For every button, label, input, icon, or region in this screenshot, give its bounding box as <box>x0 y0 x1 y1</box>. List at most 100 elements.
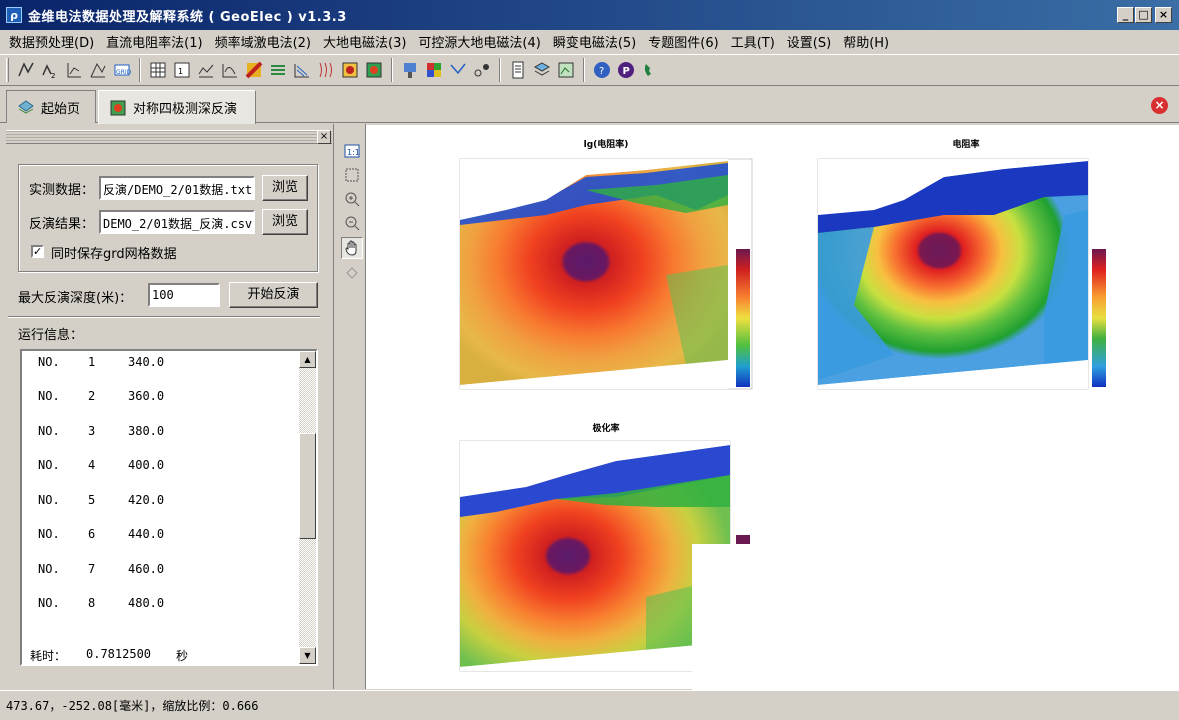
model2-icon[interactable] <box>363 59 385 81</box>
menu-settings[interactable]: 设置(S) <box>781 32 837 51</box>
panel-close-icon[interactable]: × <box>317 130 331 144</box>
result-label: 反演结果： <box>29 217 95 232</box>
menu-help[interactable]: 帮助(H) <box>837 32 895 51</box>
inversion-icon <box>110 100 126 115</box>
palette-icon[interactable] <box>423 59 445 81</box>
svg-text:GRID: GRID <box>116 69 132 76</box>
select-box-icon[interactable] <box>341 164 363 186</box>
chart-icon[interactable] <box>87 59 109 81</box>
toolbar: 2 GRID 1 ? P <box>0 54 1179 86</box>
resistivity-section <box>817 158 1089 390</box>
close-tab-icon[interactable]: × <box>1151 97 1168 114</box>
max-depth-label: 最大反演深度(米)： <box>18 291 133 306</box>
spreadsheet-icon[interactable]: 1 <box>171 59 193 81</box>
stack-icon[interactable] <box>531 59 553 81</box>
toolbar-separator <box>583 58 585 82</box>
plot-title-lg-resistivity: lg(电阻率) <box>583 140 629 150</box>
line-tool-icon[interactable] <box>447 59 469 81</box>
svg-text:2: 2 <box>51 72 55 80</box>
fit-view-icon[interactable]: 1:1 <box>341 140 363 162</box>
grid-icon[interactable]: GRID <box>111 59 133 81</box>
toolbar-grip[interactable] <box>6 58 9 82</box>
wave-icon[interactable] <box>315 59 337 81</box>
pan-hand-icon[interactable] <box>341 237 363 259</box>
help-icon[interactable]: ? <box>591 59 613 81</box>
run-log[interactable]: NO. 1 340.0 NO. 2 360.0 NO. 3 380.0 NO. 4 400.0 … <box>20 349 318 666</box>
zoom-in-icon[interactable] <box>341 188 363 210</box>
title-bar: ρ 金维电法数据处理及解释系统 ( GeoElec ) v1.3.3 _ □ × <box>0 0 1179 30</box>
layers-icon[interactable] <box>267 59 289 81</box>
menu-thematic-maps[interactable]: 专题图件(6) <box>642 32 724 51</box>
resistivity-colorbar <box>1092 249 1106 387</box>
tab-bar: 起始页 对称四极测深反演 × <box>0 87 1179 124</box>
table-icon[interactable] <box>147 59 169 81</box>
toolbar-separator <box>139 58 141 82</box>
document-icon[interactable] <box>507 59 529 81</box>
max-depth-field[interactable]: 100 <box>148 283 220 307</box>
toolbar-separator <box>499 58 501 82</box>
svg-text:1:1: 1:1 <box>347 148 360 157</box>
maximize-button[interactable]: □ <box>1135 7 1152 23</box>
file-group: 实测数据： 反演/DEMO_2/01数据.txt 浏览 反演结果： DEMO_2… <box>18 164 318 272</box>
model-icon[interactable] <box>339 59 361 81</box>
refresh-icon[interactable] <box>341 262 363 284</box>
save-grd-checkbox[interactable]: ✓ <box>31 245 44 258</box>
map-icon[interactable] <box>555 59 577 81</box>
inversion-panel: × 实测数据： 反演/DEMO_2/01数据.txt 浏览 反演结果： DEMO… <box>0 124 334 689</box>
polarizability-section <box>459 440 731 672</box>
status-coordinates: 473.67，-252.08[毫米]，缩放比例：0.666 <box>6 699 259 713</box>
scroll-up-icon[interactable]: ▲ <box>299 351 316 368</box>
divider <box>8 316 320 318</box>
profile-icon[interactable] <box>63 59 85 81</box>
scroll-down-icon[interactable]: ▼ <box>299 647 316 664</box>
curve-edit2-icon[interactable]: 2 <box>39 59 61 81</box>
tab-label: 起始页 <box>41 101 81 117</box>
view-toolbar: 1:1 <box>337 124 366 689</box>
plot-title-polarizability: 极化率 <box>592 424 620 434</box>
menu-tools[interactable]: 工具(T) <box>725 32 781 51</box>
window-title: 金维电法数据处理及解释系统 ( GeoElec ) v1.3.3 <box>28 9 347 25</box>
close-button[interactable]: × <box>1155 7 1172 23</box>
zoom-out-icon[interactable] <box>341 212 363 234</box>
line-plot-icon[interactable] <box>195 59 217 81</box>
panel-header <box>6 130 332 144</box>
browse-measured-button[interactable]: 浏览 <box>262 175 308 201</box>
svg-text:1: 1 <box>178 67 183 76</box>
colormap-icon[interactable] <box>243 59 265 81</box>
svg-text:?: ? <box>599 66 604 77</box>
tools-icon[interactable] <box>399 59 421 81</box>
menu-preprocess[interactable]: 数据预处理(D) <box>3 32 100 51</box>
tab-inversion[interactable]: 对称四极测深反演 <box>98 90 256 124</box>
menu-magnetotelluric[interactable]: 大地电磁法(3) <box>317 32 412 51</box>
menu-csamt[interactable]: 可控源大地电磁法(4) <box>412 32 546 51</box>
status-bar: 473.67，-252.08[毫米]，缩放比例：0.666 <box>0 690 1179 720</box>
run-info-label: 运行信息： <box>18 328 84 343</box>
nodes-icon[interactable] <box>471 59 493 81</box>
scroll-thumb[interactable] <box>299 433 316 539</box>
toolbar-separator <box>391 58 393 82</box>
tab-start-page[interactable]: 起始页 <box>6 90 96 123</box>
curve-edit-icon[interactable] <box>15 59 37 81</box>
save-grd-label: 同时保存grd网格数据 <box>51 247 177 262</box>
measured-data-label: 实测数据： <box>29 183 95 198</box>
home-icon <box>18 100 34 114</box>
menu-bar: 数据预处理(D) 直流电阻率法(1) 频率域激电法(2) 大地电磁法(3) 可控… <box>0 30 1179 52</box>
section-icon[interactable] <box>291 59 313 81</box>
app-icon: ρ <box>6 7 22 23</box>
menu-frequency-ip[interactable]: 频率域激电法(2) <box>209 32 317 51</box>
measured-data-field[interactable]: 反演/DEMO_2/01数据.txt <box>99 176 255 200</box>
result-field[interactable]: DEMO_2/01数据_反演.csv <box>99 210 255 234</box>
svg-text:P: P <box>623 66 630 77</box>
phone-icon[interactable] <box>639 59 661 81</box>
tab-label: 对称四极测深反演 <box>133 102 238 117</box>
lg-resistivity-section <box>459 158 753 390</box>
p-icon[interactable]: P <box>615 59 637 81</box>
log-scrollbar[interactable]: ▲ ▼ <box>299 351 316 664</box>
browse-result-button[interactable]: 浏览 <box>262 209 308 235</box>
menu-dc-resistivity[interactable]: 直流电阻率法(1) <box>100 32 208 51</box>
menu-tem[interactable]: 瞬变电磁法(5) <box>547 32 642 51</box>
minimize-button[interactable]: _ <box>1117 7 1134 23</box>
curve-icon[interactable] <box>219 59 241 81</box>
plot-title-resistivity: 电阻率 <box>952 140 980 150</box>
start-inversion-button[interactable]: 开始反演 <box>229 282 318 308</box>
